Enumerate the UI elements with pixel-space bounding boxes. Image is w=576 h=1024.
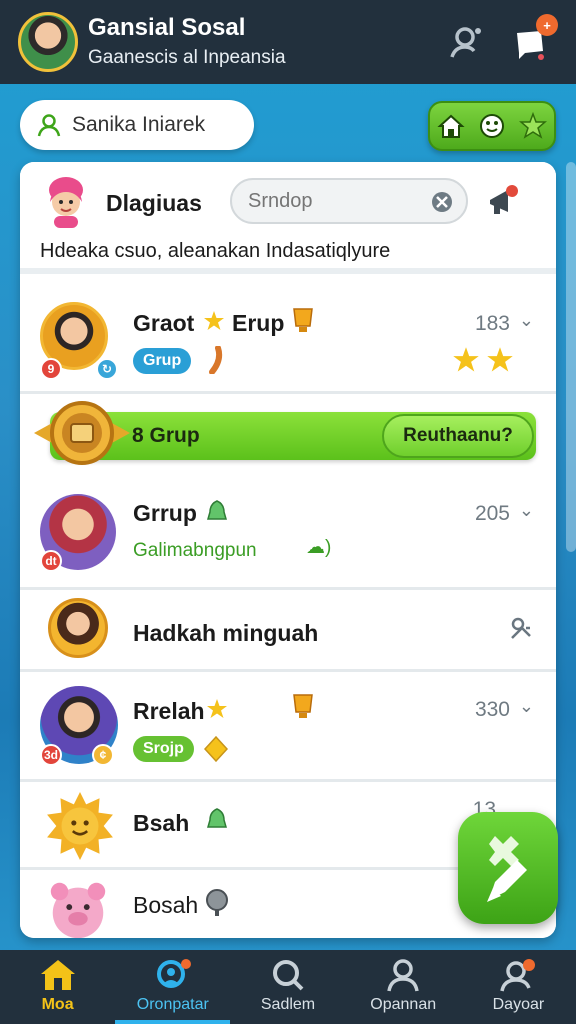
banner-action-button[interactable]: Reuthaanu?: [382, 414, 534, 458]
edit-pencil-icon: [487, 836, 527, 902]
star-icon: [519, 112, 548, 139]
add-user-icon: [450, 27, 481, 58]
share-link-icon: [511, 617, 531, 639]
cloud-icon: ☁): [306, 537, 332, 558]
list-item[interactable]: dt Grrup 205 ⌄ Galimabngpun ☁): [20, 478, 556, 590]
group-name: Rrelah: [133, 698, 205, 724]
group-name: Hadkah minguah: [133, 620, 319, 646]
tab-groups-label: Oronpatar: [136, 996, 209, 1013]
home-button[interactable]: [435, 110, 467, 142]
bell-icon: [207, 808, 227, 828]
tab-home[interactable]: Moa: [0, 950, 115, 1024]
list-item[interactable]: 3d ¢ Rrelah 330 ⌄ Srojp: [20, 672, 556, 782]
tab-profile[interactable]: Opannan: [346, 950, 461, 1024]
tab-search-label: Sadlem: [260, 996, 316, 1013]
app-title: Gansial Sosal: [88, 14, 246, 41]
member-badge: 3d: [40, 744, 62, 766]
pig-avatar-icon: [50, 882, 106, 938]
star-icon: [453, 347, 479, 372]
emoji-button[interactable]: [476, 110, 508, 142]
chevron-down-icon[interactable]: ⌄: [519, 500, 534, 521]
panel-avatar: [42, 174, 90, 228]
quick-search-pill[interactable]: Sanika Iniarek: [20, 100, 254, 150]
panel-description: Hdeaka csuo, aleanakan Indasatiqlyure: [40, 240, 391, 262]
card-header: Dlagiuas Hdeaka csuo, aleanakan Indasati…: [20, 162, 556, 274]
side-scroll-hint: [566, 162, 576, 552]
group-avatar: [48, 598, 108, 658]
create-group-fab[interactable]: [458, 812, 558, 924]
group-search-input[interactable]: [248, 189, 428, 213]
user-alert-icon: [500, 959, 536, 992]
add-friend-button[interactable]: [444, 20, 488, 64]
tab-search[interactable]: Sadlem: [230, 950, 345, 1024]
group-search-box: [230, 178, 468, 224]
quick-actions-bar: [428, 101, 556, 151]
tab-activity[interactable]: Dayoar: [461, 950, 576, 1024]
megaphone-icon: [490, 185, 518, 214]
group-name: Bsah: [133, 810, 190, 836]
panel-name: Dlagiuas: [106, 190, 202, 216]
group-chat-icon: [156, 959, 191, 988]
group-tag: Grup: [133, 348, 192, 374]
group-subtitle: Galimabngpun: [133, 540, 257, 561]
user-outline-icon: [37, 114, 61, 137]
home-icon: [437, 114, 465, 138]
bottom-nav: Moa Oronpatar Sadlem Opannan Dayoar: [0, 950, 576, 1024]
clear-search-button[interactable]: [430, 190, 454, 219]
girl-avatar-icon: [49, 177, 83, 228]
tab-groups[interactable]: Oronpatar: [115, 950, 231, 1024]
chevron-down-icon[interactable]: ⌄: [519, 310, 534, 331]
group-tag: Srojp: [133, 736, 194, 762]
chevron-down-icon[interactable]: ⌄: [519, 696, 534, 717]
bell-icon: [207, 500, 227, 520]
search-icon: [273, 960, 304, 991]
tab-home-label: Moa: [41, 996, 74, 1013]
notification-button[interactable]: [482, 180, 526, 222]
trophy-icon: [293, 694, 313, 718]
medal-badge-icon: [34, 401, 130, 465]
home-icon: [40, 960, 75, 990]
quick-search-label: Sanika Iniarek: [72, 113, 206, 136]
diamond-icon: [204, 736, 228, 762]
app-subtitle: Gaanescis al Inpeansia: [88, 47, 286, 68]
tab-profile-label: Opannan: [370, 996, 437, 1013]
user-icon: [387, 959, 419, 992]
star-icon: [207, 699, 227, 718]
list-item[interactable]: 9 ↻ Graot Erup 183 ⌄ Grup: [20, 280, 556, 394]
group-name: Graot: [133, 310, 195, 336]
app-header: Gansial Sosal Gaanescis al Inpeansia +: [0, 0, 576, 84]
smiley-icon: [479, 114, 504, 138]
sausage-icon: [209, 346, 223, 374]
close-icon: [432, 192, 452, 212]
group-name: Grrup: [133, 500, 197, 526]
messages-badge: +: [536, 14, 558, 36]
search-icon: [206, 889, 228, 916]
sun-avatar-icon: [47, 792, 113, 860]
banner-label: 8 Grup: [132, 424, 200, 447]
member-count: 330: [474, 698, 510, 721]
tab-activity-label: Dayoar: [492, 996, 545, 1013]
group-name: Bosah: [133, 892, 199, 918]
refresh-badge-icon: ↻: [96, 358, 118, 380]
messages-button[interactable]: +: [508, 14, 558, 64]
star-icon: [487, 347, 513, 372]
member-badge: dt: [40, 550, 62, 572]
profile-avatar[interactable]: [18, 12, 78, 72]
star-button[interactable]: [517, 110, 549, 142]
list-item[interactable]: Hadkah minguah: [20, 590, 556, 672]
group-name-secondary: Erup: [232, 310, 285, 336]
member-count: 183: [474, 312, 510, 335]
trophy-icon: [293, 308, 313, 332]
member-count: 205: [474, 502, 510, 525]
coin-badge-icon: ¢: [92, 744, 114, 766]
member-badge: 9: [40, 358, 62, 380]
star-icon: [204, 311, 224, 330]
